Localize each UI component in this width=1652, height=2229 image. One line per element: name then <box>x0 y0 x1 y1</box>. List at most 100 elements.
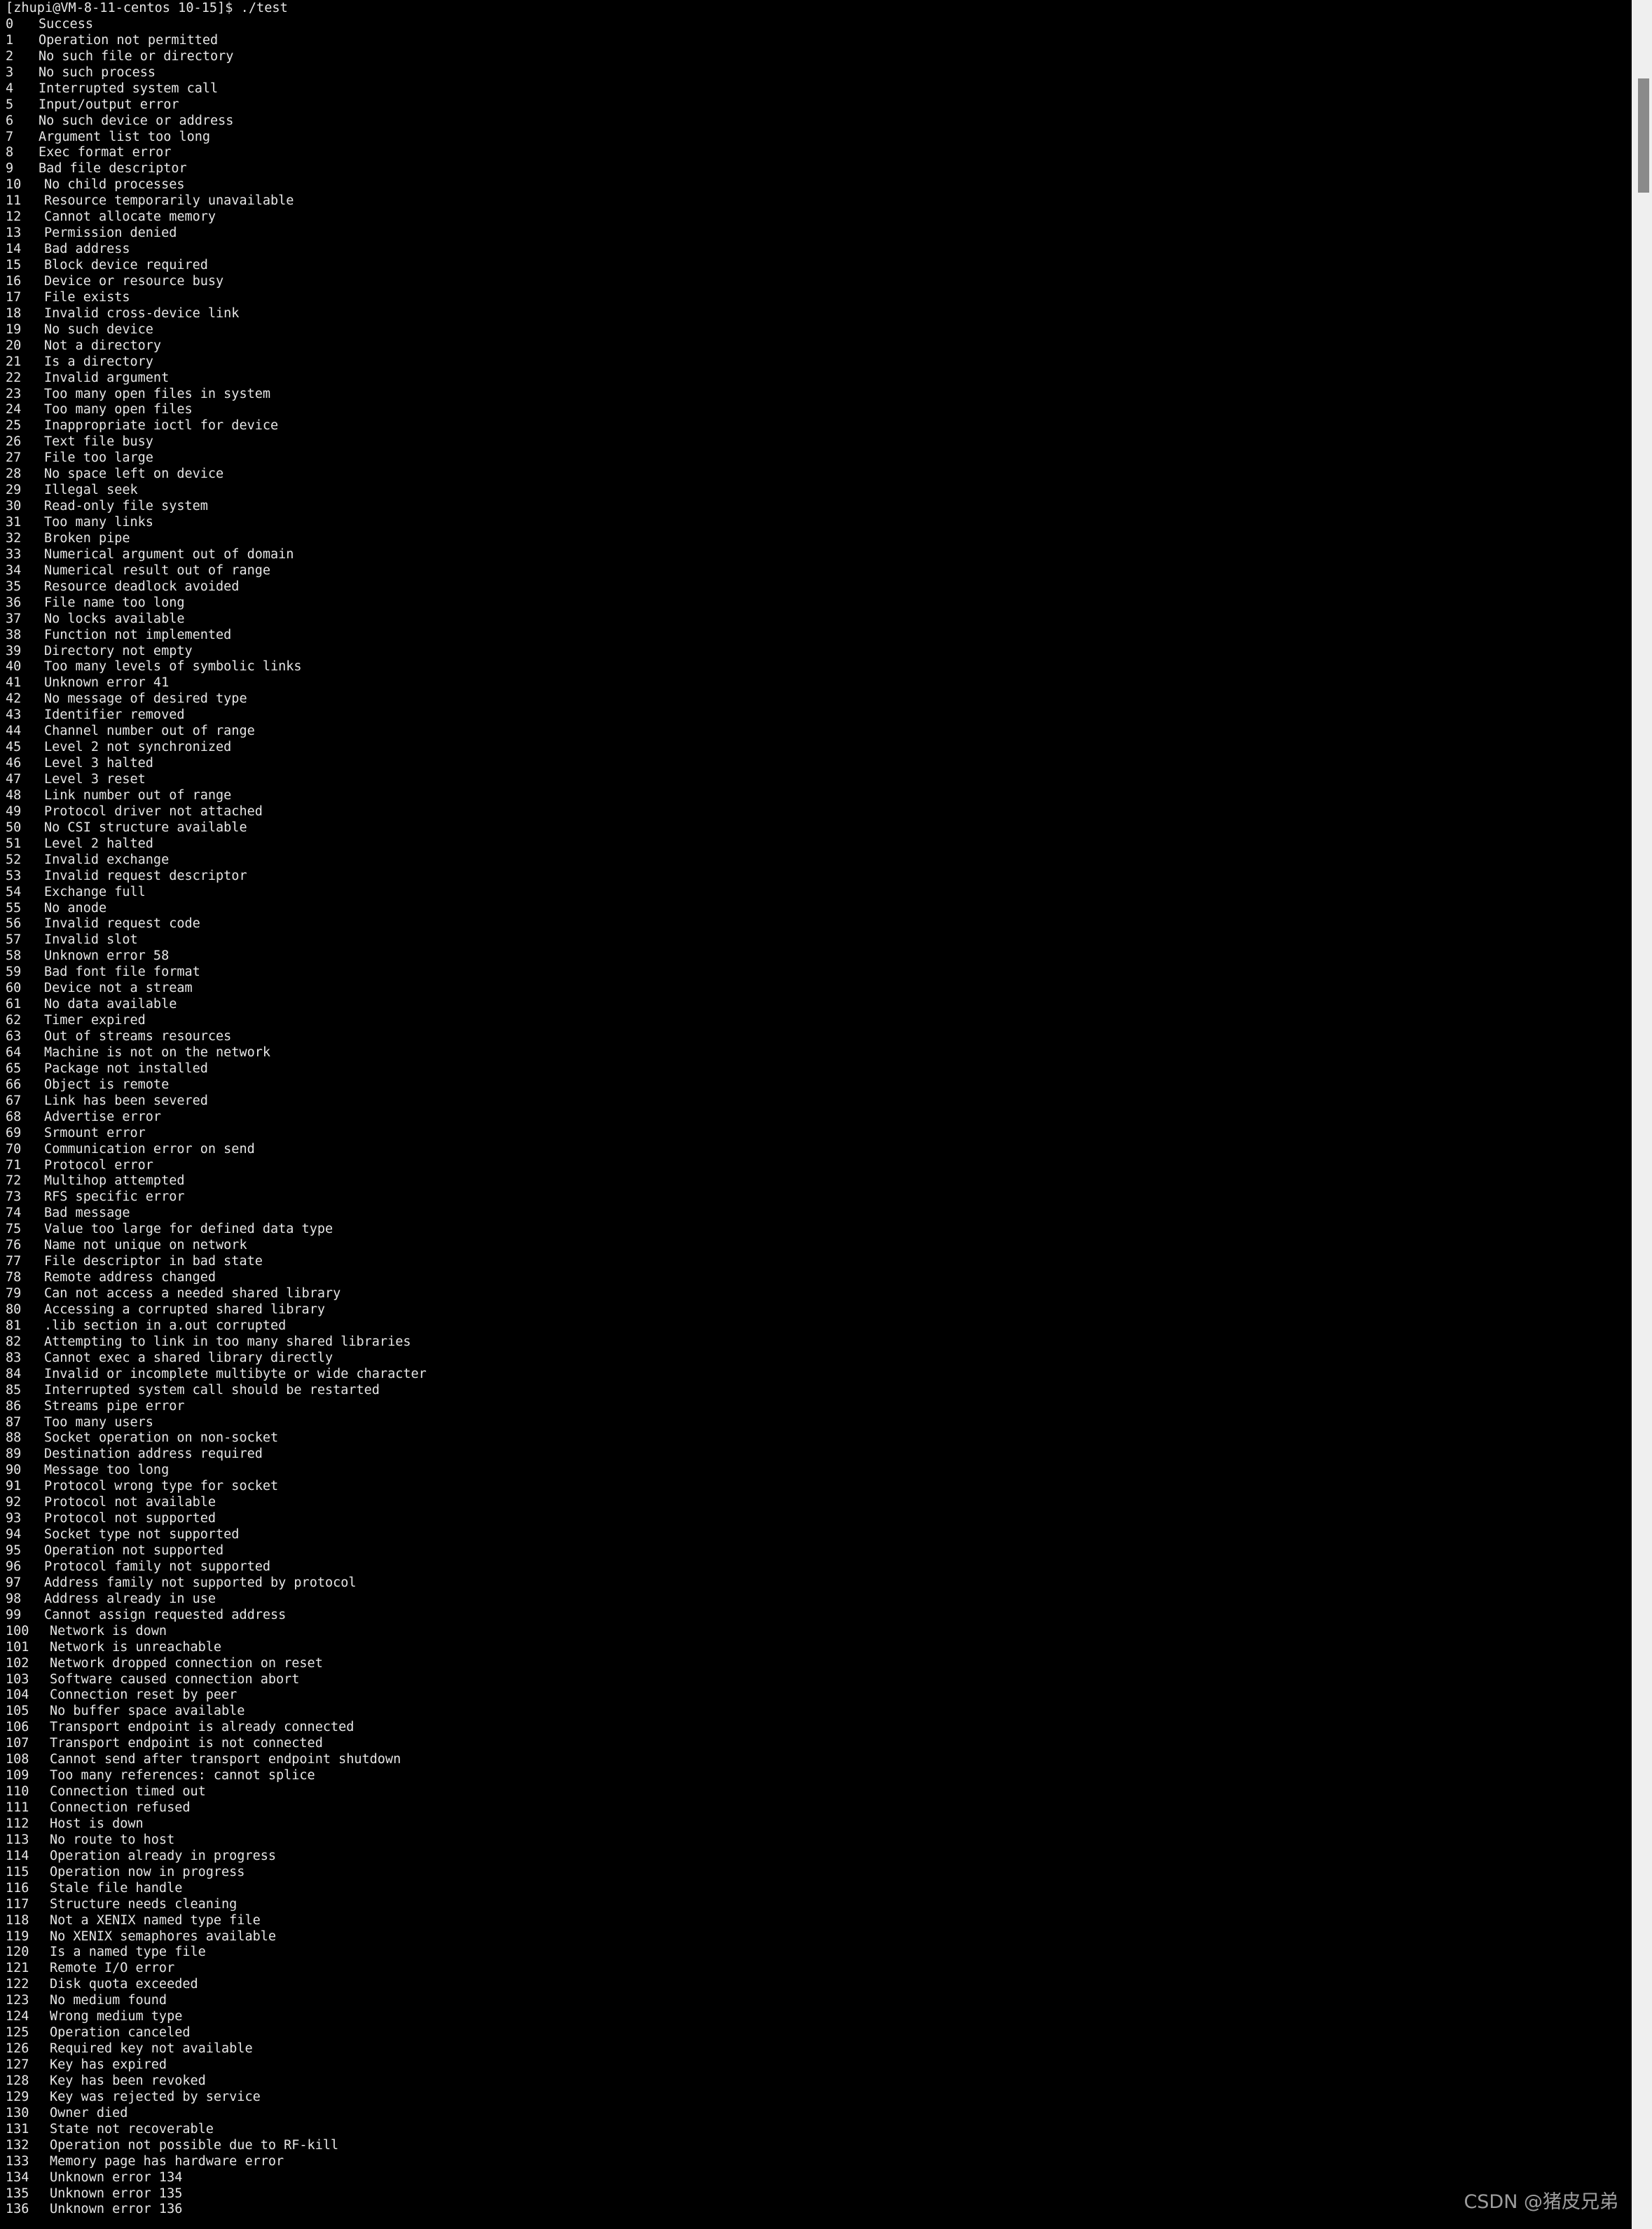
errno-row: 84 Invalid or incomplete multibyte or wid… <box>0 1367 1632 1383</box>
errno-message: Unknown error 134 <box>50 2169 183 2185</box>
errno-row: 113 No route to host <box>0 1833 1632 1849</box>
errno-row: 0 Success <box>0 17 1632 33</box>
errno-message: Invalid slot <box>44 932 138 948</box>
errno-message: Srmount error <box>44 1125 146 1140</box>
errno-row: 119 No XENIX semaphores available <box>0 1929 1632 1945</box>
errno-message: No such device <box>44 322 153 337</box>
errno-number: 11 <box>6 193 22 209</box>
errno-number: 136 <box>6 2202 29 2217</box>
errno-message: Bad message <box>44 1206 130 1221</box>
errno-message: Protocol error <box>44 1157 153 1173</box>
errno-row: 51 Level 2 halted <box>0 836 1632 853</box>
errno-row: 33 Numerical argument out of domain <box>0 547 1632 563</box>
errno-message: Communication error on send <box>44 1141 255 1157</box>
errno-number: 117 <box>6 1896 29 1912</box>
errno-number: 55 <box>6 900 22 916</box>
errno-number: 38 <box>6 627 22 642</box>
errno-row: 88 Socket operation on non-socket <box>0 1430 1632 1447</box>
errno-number: 9 <box>6 161 14 177</box>
errno-number: 105 <box>6 1704 29 1719</box>
errno-number: 10 <box>6 177 22 193</box>
errno-number: 4 <box>6 81 14 96</box>
errno-number: 53 <box>6 868 22 883</box>
terminal-window[interactable]: [zhupi@VM-8-11-centos 10-15]$ ./test 0 Su… <box>0 0 1632 2229</box>
errno-row: 80 Accessing a corrupted shared library <box>0 1302 1632 1318</box>
errno-row: 118 Not a XENIX named type file <box>0 1913 1632 1929</box>
errno-row: 7 Argument list too long <box>0 130 1632 146</box>
errno-number: 22 <box>6 370 22 385</box>
errno-message: Cannot allocate memory <box>44 209 216 225</box>
errno-number: 98 <box>6 1591 22 1606</box>
errno-message: Address family not supported by protocol <box>44 1575 357 1590</box>
errno-number: 15 <box>6 258 22 272</box>
errno-number: 133 <box>6 2153 29 2169</box>
errno-message: Bad font file format <box>44 965 200 980</box>
shell-command: ./test <box>240 1 288 15</box>
errno-message: Exchange full <box>44 884 146 899</box>
errno-message: Protocol family not supported <box>44 1559 271 1574</box>
errno-row: 52 Invalid exchange <box>0 853 1632 869</box>
errno-number: 18 <box>6 305 22 321</box>
errno-number: 132 <box>6 2137 29 2153</box>
errno-row: 41 Unknown error 41 <box>0 675 1632 691</box>
errno-number: 118 <box>6 1912 29 1928</box>
errno-number: 125 <box>6 2025 29 2041</box>
errno-number: 96 <box>6 1559 22 1574</box>
errno-message: Software caused connection abort <box>50 1671 300 1687</box>
errno-number: 75 <box>6 1222 22 1237</box>
errno-message: Value too large for defined data type <box>44 1222 333 1237</box>
errno-number: 106 <box>6 1720 29 1735</box>
vertical-scrollbar-track[interactable] <box>1632 0 1652 2229</box>
errno-message: Network is down <box>50 1623 167 1638</box>
errno-number: 48 <box>6 787 22 803</box>
errno-number: 109 <box>6 1768 29 1783</box>
errno-number: 77 <box>6 1254 22 1269</box>
errno-number: 122 <box>6 1977 29 1992</box>
errno-message: Advertise error <box>44 1109 162 1124</box>
errno-number: 112 <box>6 1816 29 1831</box>
errno-message: Success <box>39 16 93 32</box>
errno-row: 5 Input/output error <box>0 97 1632 113</box>
errno-row: 69 Srmount error <box>0 1126 1632 1142</box>
errno-row: 70 Communication error on send <box>0 1142 1632 1158</box>
errno-row: 106 Transport endpoint is already connect… <box>0 1720 1632 1736</box>
errno-number: 101 <box>6 1639 29 1655</box>
errno-number: 49 <box>6 803 22 819</box>
errno-message: RFS specific error <box>44 1189 185 1205</box>
errno-message: Exec format error <box>39 145 172 160</box>
errno-message: Streams pipe error <box>44 1398 185 1414</box>
errno-row: 93 Protocol not supported <box>0 1511 1632 1527</box>
errno-row: 72 Multihop attempted <box>0 1173 1632 1189</box>
errno-row: 46 Level 3 halted <box>0 756 1632 772</box>
errno-number: 16 <box>6 273 22 289</box>
errno-number: 135 <box>6 2186 29 2201</box>
errno-number: 124 <box>6 2009 29 2024</box>
errno-number: 64 <box>6 1044 22 1060</box>
errno-row: 56 Invalid request code <box>0 916 1632 932</box>
errno-row: 63 Out of streams resources <box>0 1029 1632 1045</box>
errno-number: 46 <box>6 756 22 771</box>
errno-message: Package not installed <box>44 1061 208 1076</box>
errno-row: 127 Key has expired <box>0 2057 1632 2073</box>
errno-row: 20 Not a directory <box>0 338 1632 354</box>
errno-row: 62 Timer expired <box>0 1013 1632 1029</box>
errno-row: 78 Remote address changed <box>0 1270 1632 1286</box>
errno-row: 61 No data available <box>0 997 1632 1013</box>
errno-row: 104 Connection reset by peer <box>0 1688 1632 1704</box>
errno-message: Wrong medium type <box>50 2009 183 2024</box>
errno-number: 39 <box>6 643 22 658</box>
errno-row: 37 No locks available <box>0 612 1632 628</box>
errno-number: 115 <box>6 1864 29 1879</box>
errno-message: Numerical result out of range <box>44 563 271 578</box>
vertical-scrollbar-thumb[interactable] <box>1638 78 1649 193</box>
errno-message: Remote address changed <box>44 1270 216 1285</box>
errno-number: 70 <box>6 1141 22 1157</box>
errno-message: File descriptor in bad state <box>44 1254 263 1269</box>
errno-message: Too many references: cannot splice <box>50 1768 315 1783</box>
errno-row: 124 Wrong medium type <box>0 2009 1632 2025</box>
errno-message: Argument list too long <box>39 129 211 144</box>
errno-number: 121 <box>6 1961 29 1976</box>
errno-message: Invalid or incomplete multibyte or wide … <box>44 1366 427 1381</box>
errno-number: 111 <box>6 1800 29 1815</box>
errno-row: 44 Channel number out of range <box>0 724 1632 740</box>
